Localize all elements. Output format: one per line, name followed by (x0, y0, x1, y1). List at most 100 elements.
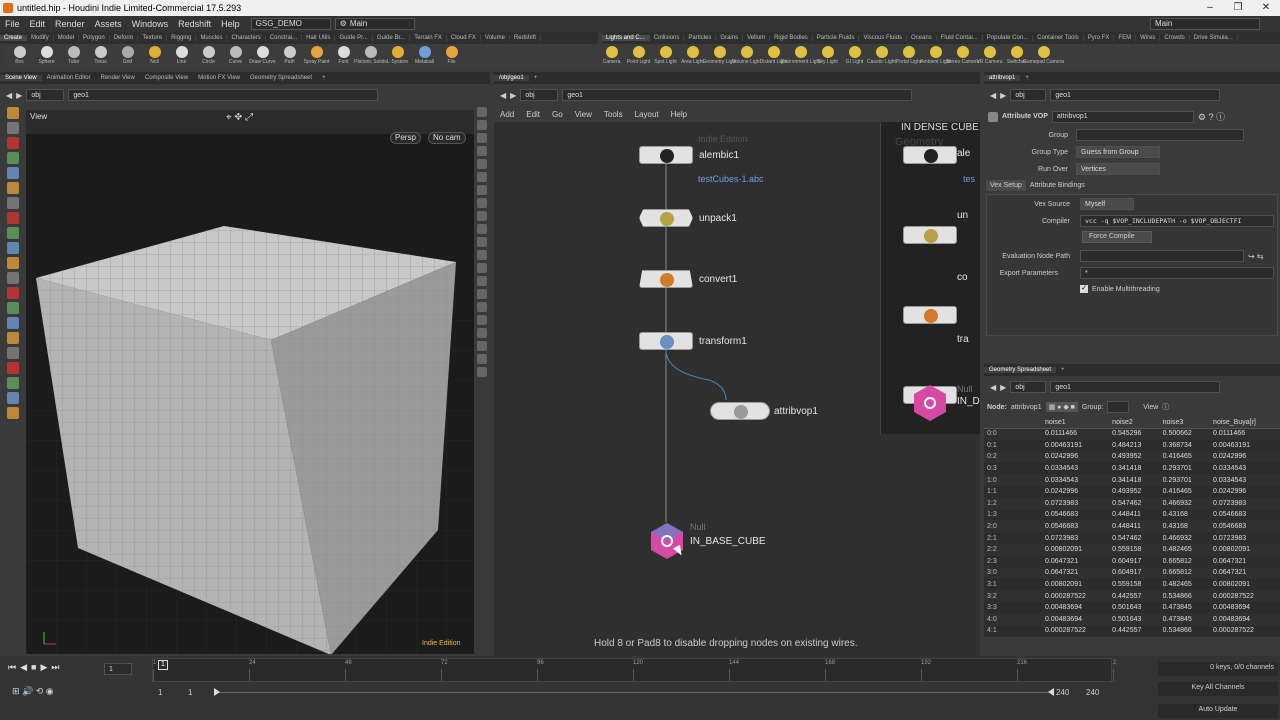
minimize-button[interactable]: – (1196, 0, 1224, 16)
ss-view-menu[interactable]: View (1143, 404, 1158, 411)
net-menu-help[interactable]: Help (665, 110, 693, 119)
light-option-icon[interactable] (477, 198, 487, 208)
help-option-icon[interactable] (477, 354, 487, 364)
pin-tool-icon[interactable] (7, 347, 19, 359)
shelf-tool-portal-light[interactable]: Portal Light (895, 44, 922, 70)
ss-help-icon[interactable]: ⓘ (1162, 402, 1169, 412)
shelf-tab-volume[interactable]: Volume (481, 35, 510, 41)
shelf-tab-polygon[interactable]: Polygon (79, 35, 110, 41)
tab-render-view[interactable]: Render View (96, 75, 140, 81)
back-icon[interactable]: ◀ (990, 91, 996, 100)
shelf-tool-spray-paint[interactable]: Spray Paint (303, 44, 330, 70)
shelf-tab-oceans[interactable]: Oceans (907, 35, 937, 41)
shelf-tool-ambient-light[interactable]: Ambient Light (920, 44, 951, 70)
forward-icon[interactable]: ▶ (510, 91, 516, 100)
viewport-handle-icons[interactable]: ⌖ ✥ ⤢ (226, 112, 253, 123)
eval-path-field[interactable] (1080, 250, 1244, 262)
node-chooser-icon[interactable]: ↪ ⇆ (1248, 252, 1264, 261)
shelf-tool-area-light[interactable]: Area Light (679, 44, 706, 70)
menu-windows[interactable]: Windows (127, 19, 174, 29)
vex-source-select[interactable]: Myself (1080, 198, 1134, 210)
cam-option-icon[interactable] (477, 224, 487, 234)
export-field[interactable]: * (1080, 267, 1274, 279)
run-over-select[interactable]: Vertices (1076, 163, 1160, 175)
wire-option-icon[interactable] (477, 133, 487, 143)
shelf-tab-terrain-fx[interactable]: Terrain FX (410, 35, 447, 41)
shelf-tab-guide-br[interactable]: Guide Br... (373, 35, 411, 41)
table-row[interactable]: 4:0 0.00483694 0.501643 0.473845 0.00483694 (984, 613, 1280, 626)
shelf-tool-spot-light[interactable]: Spot Light (652, 44, 679, 70)
forward-icon[interactable]: ▶ (16, 91, 22, 100)
menu-file[interactable]: File (0, 19, 25, 29)
ss-col-noise3[interactable]: noise3 (1159, 417, 1211, 429)
shelf-tab-viscous-fluids[interactable]: Viscous Fluids (859, 35, 908, 41)
path-obj[interactable]: obj (26, 89, 65, 101)
menu-edit[interactable]: Edit (25, 19, 51, 29)
shelf-tool-path[interactable]: Path (276, 44, 303, 70)
stop-icon[interactable]: ■ (31, 662, 36, 673)
shelf-tab-pyro-fx[interactable]: Pyro FX (1084, 35, 1115, 41)
start-frame[interactable]: 1 (158, 688, 162, 697)
frame2-option-icon[interactable] (477, 341, 487, 351)
home-option-icon[interactable] (477, 237, 487, 247)
shelf-tab-grains[interactable]: Grains (716, 35, 744, 41)
group-tool-icon[interactable] (7, 242, 19, 254)
tab-attribute-bindings[interactable]: Attribute Bindings (1026, 180, 1089, 191)
tab-composite-view[interactable]: Composite View (140, 75, 193, 81)
params-toolbar-icons[interactable]: ⚙ ? ⓘ (1198, 110, 1225, 123)
shelf-tab-lights-and-c[interactable]: Lights and C... (602, 35, 650, 41)
shelf-tool-file[interactable]: File (438, 44, 465, 70)
shelf-tab-guide-pr[interactable]: Guide Pr... (335, 35, 373, 41)
ss-path-geo1[interactable]: geo1 (1050, 381, 1221, 393)
rotate-tool-icon[interactable] (7, 182, 19, 194)
add-tab-icon[interactable]: + (529, 75, 543, 81)
shelf-tool-font[interactable]: Font (330, 44, 357, 70)
shelf-tool-platonic-solids[interactable]: Platonic Solids (354, 44, 387, 70)
play-icon[interactable]: ▶ (40, 662, 47, 673)
tab-geometry-spreadsheet-right[interactable]: Geometry Spreadsheet (984, 367, 1057, 373)
main-left-select[interactable]: ⚙ Main (334, 18, 415, 30)
shelf-tab-fem[interactable]: FEM (1114, 35, 1137, 41)
pivot-option-icon[interactable] (477, 302, 487, 312)
tab-scene-view[interactable]: Scene View (0, 75, 42, 81)
node-unpack1[interactable]: unpack1 (639, 209, 737, 227)
table-row[interactable]: 1:0 0.0334543 0.341418 0.293701 0.0334543 (984, 474, 1280, 487)
display-option-icon[interactable] (477, 107, 487, 117)
shelf-tab-collisions[interactable]: Collisions (650, 35, 685, 41)
shelf-tool-l-system[interactable]: L-System (384, 44, 411, 70)
shelf-tab-wires[interactable]: Wires (1136, 35, 1161, 41)
shelf-tool-volume-light[interactable]: Volume Light (732, 44, 761, 70)
node-attribvop1[interactable]: attribvop1 (710, 402, 818, 420)
main-right-select[interactable]: Main (1150, 18, 1260, 30)
jump-start-icon[interactable]: ⏮ (8, 662, 16, 673)
back-icon[interactable]: ◀ (500, 91, 506, 100)
shelf-tab-redshift[interactable]: Redshift (510, 35, 541, 41)
magnet-tool-icon[interactable] (7, 227, 19, 239)
lock-tool-icon[interactable] (7, 302, 19, 314)
tab-network[interactable]: /obj/geo1 (494, 75, 529, 81)
shelf-tab-texture[interactable]: Texture (138, 35, 168, 41)
shelf-tab-deform[interactable]: Deform (110, 35, 139, 41)
shelf-tab-rigid-bodies[interactable]: Rigid Bodies (770, 35, 813, 41)
dense-cube-netbox[interactable]: IN DENSE CUBE Geometry ale tes un co tra… (880, 122, 980, 434)
shelf-tab-characters[interactable]: Characters (227, 35, 266, 41)
grid-tool-icon[interactable] (7, 392, 19, 404)
grid-option-icon[interactable] (477, 211, 487, 221)
net-menu-add[interactable]: Add (494, 110, 520, 119)
back-icon[interactable]: ◀ (6, 91, 12, 100)
table-row[interactable]: 1:2 0.0723983 0.547462 0.466932 0.0723983 (984, 497, 1280, 510)
shelf-tool-stereo-camera[interactable]: Stereo Camera (946, 44, 979, 70)
shelf-tool-geometry-light[interactable]: Geometry Light (702, 44, 737, 70)
shelf-tool-camera[interactable]: Camera (598, 44, 625, 70)
forward-icon[interactable]: ▶ (1000, 383, 1006, 392)
light-tool-icon[interactable] (7, 317, 19, 329)
snap-option-icon[interactable] (477, 289, 487, 299)
table-row[interactable]: 2:3 0.0647321 0.604917 0.665812 0.0647321 (984, 555, 1280, 568)
forward-icon[interactable]: ▶ (1000, 91, 1006, 100)
shelf-tool-sky-light[interactable]: Sky Light (814, 44, 841, 70)
add-tab-icon[interactable]: + (317, 75, 331, 81)
star-tool-icon[interactable] (7, 377, 19, 389)
play-back-icon[interactable]: ◀ (20, 662, 27, 673)
viewport-3d[interactable]: View ⌖ ✥ ⤢ Persp No cam Indie Edition (26, 110, 474, 654)
shelf-tab-populate-con[interactable]: Populate Con... (983, 35, 1034, 41)
